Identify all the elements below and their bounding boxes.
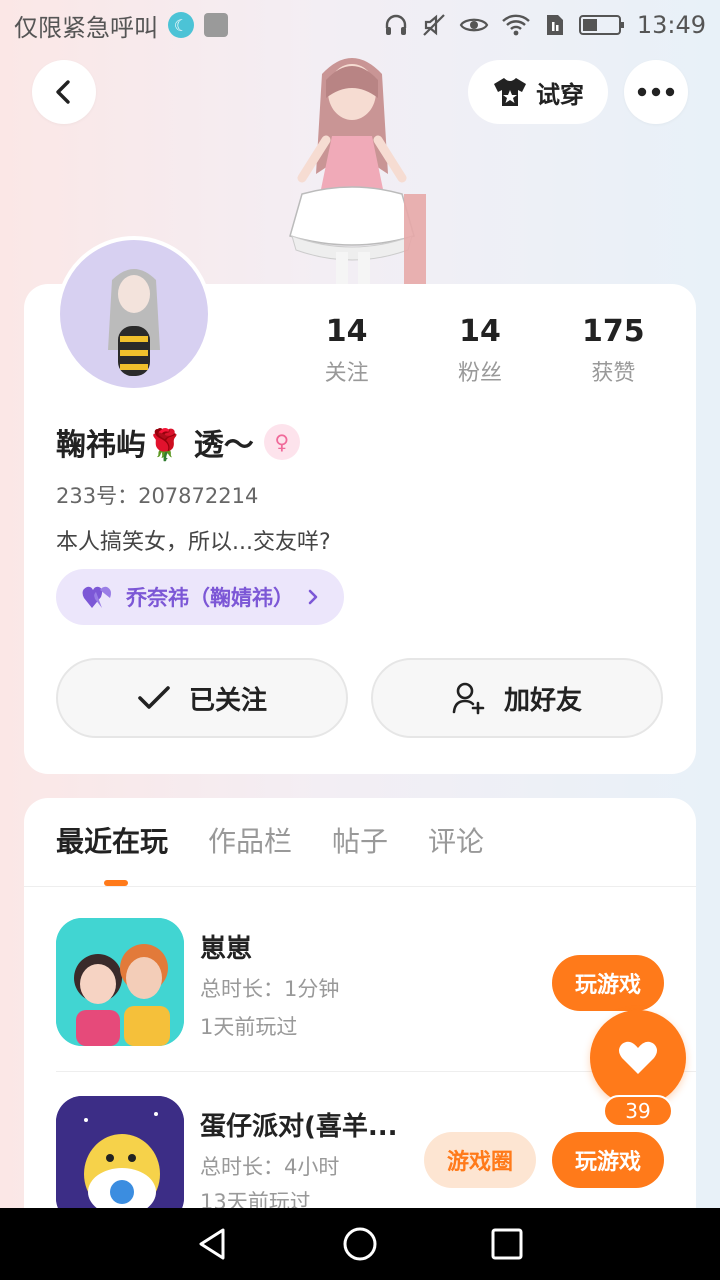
name-row: 鞠祎屿🌹 透～ ♀: [56, 420, 300, 464]
like-count-badge: 39: [603, 1095, 673, 1127]
more-button[interactable]: [624, 60, 688, 124]
relation-label: 乔奈祎（鞠婧祎）: [126, 586, 294, 610]
game-icon-zaizai[interactable]: [56, 918, 184, 1046]
profile-name: 鞠祎屿🌹 透～: [56, 428, 254, 463]
try-on-button[interactable]: 试穿: [468, 60, 608, 124]
game-circle-button[interactable]: 游戏圈: [424, 1132, 536, 1188]
eye-icon: [459, 12, 489, 38]
chevron-left-icon: [56, 80, 70, 104]
follow-label: 已关注: [188, 685, 267, 716]
system-nav-bar: [0, 1208, 720, 1280]
add-friend-button[interactable]: 加好友: [371, 658, 663, 738]
hero-avatar-figure: [262, 44, 442, 286]
double-heart-icon: [82, 586, 111, 608]
tshirt-icon: [494, 78, 526, 106]
stat-likes-value: 175: [582, 314, 645, 349]
avatar[interactable]: [56, 236, 212, 392]
more-dots-icon: [637, 87, 675, 97]
relation-pill[interactable]: 乔奈祎（鞠婧祎）: [56, 569, 344, 625]
nav-recents-icon[interactable]: [487, 1224, 527, 1264]
game-title: 崽崽: [200, 934, 253, 964]
bio-text: 本人搞笑女，所以...交友咩?: [56, 530, 331, 555]
status-bar: 仅限紧急呼叫 ☾ 13:49: [0, 0, 720, 50]
content-tabs: 最近在玩 作品栏 帖子 评论: [56, 820, 484, 868]
stat-following-label: 关注: [324, 361, 369, 386]
wifi-icon: [501, 12, 531, 38]
stat-following[interactable]: 14 关注: [280, 314, 413, 387]
play-game-button[interactable]: 玩游戏: [552, 1132, 664, 1188]
moon-icon: ☾: [168, 12, 194, 38]
play-game-button[interactable]: 玩游戏: [552, 955, 664, 1011]
add-user-icon: [452, 682, 485, 715]
follow-button[interactable]: 已关注: [56, 658, 348, 738]
stat-likes-label: 获赞: [591, 361, 636, 386]
check-icon: [138, 686, 170, 709]
stat-followers[interactable]: 14 粉丝: [413, 314, 546, 387]
status-time: 13:49: [636, 11, 706, 39]
female-gender-icon: ♀: [263, 424, 300, 460]
stat-likes[interactable]: 175 获赞: [547, 314, 680, 387]
stat-followers-label: 粉丝: [457, 361, 502, 386]
tab-posts[interactable]: 帖子: [332, 820, 388, 868]
profile-stats: 14 关注 14 粉丝 175 获赞: [280, 314, 680, 387]
nav-home-icon[interactable]: [340, 1224, 380, 1264]
tab-divider: [24, 886, 696, 887]
mute-icon: [421, 12, 447, 38]
sim-icon: [543, 12, 567, 38]
tab-works[interactable]: 作品栏: [208, 820, 292, 868]
battery-icon: [578, 13, 625, 37]
back-button[interactable]: [32, 60, 96, 124]
headphones-icon: [383, 12, 409, 38]
chevron-right-icon: [308, 589, 318, 605]
nav-back-icon[interactable]: [193, 1224, 233, 1264]
image-notification-icon: [204, 13, 228, 37]
game-title: 蛋仔派对(喜羊...: [200, 1112, 398, 1142]
heart-icon: [619, 1041, 657, 1074]
stat-followers-value: 14: [459, 314, 501, 349]
stat-following-value: 14: [325, 314, 368, 349]
game-last-played: 1天前玩过: [200, 1015, 298, 1039]
game-last-played: 13天前玩过: [200, 1190, 311, 1208]
add-friend-label: 加好友: [503, 685, 582, 716]
game-row[interactable]: 崽崽 总时长：1分钟 1天前玩过 玩游戏: [56, 918, 676, 1048]
game-icon-eggy-party[interactable]: [56, 1096, 184, 1208]
like-fab-button[interactable]: [590, 1010, 686, 1106]
user-id: 233号：207872214: [56, 484, 259, 508]
tab-recent-play[interactable]: 最近在玩: [56, 820, 168, 868]
tab-comments[interactable]: 评论: [428, 820, 484, 868]
game-duration: 总时长：4小时: [200, 1155, 340, 1179]
try-on-label: 试穿: [536, 80, 584, 109]
game-row[interactable]: 蛋仔派对(喜羊... 总时长：4小时 13天前玩过 游戏圈 玩游戏: [56, 1096, 676, 1208]
carrier-text: 仅限紧急呼叫: [14, 13, 158, 42]
game-duration: 总时长：1分钟: [200, 977, 340, 1001]
